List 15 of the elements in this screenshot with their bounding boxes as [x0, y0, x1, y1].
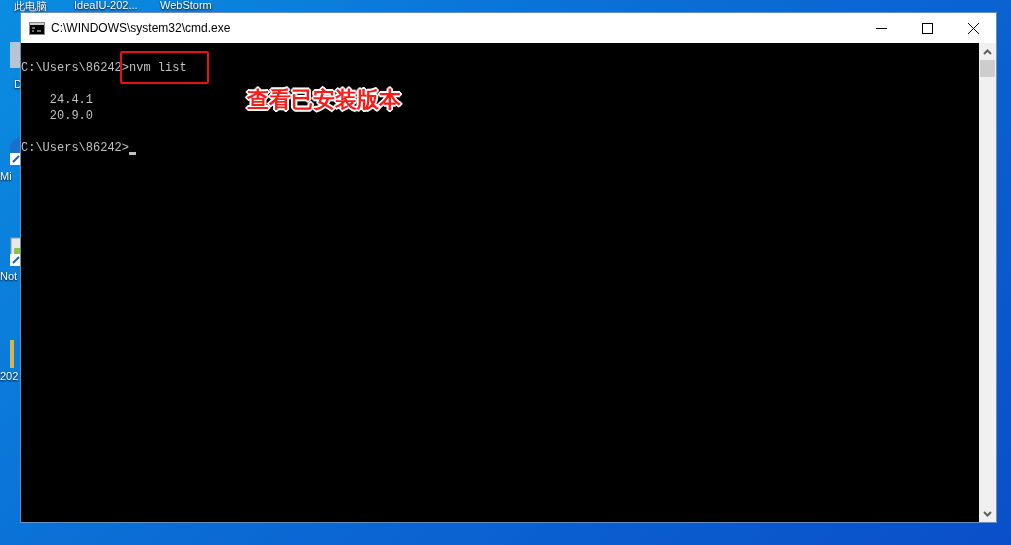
close-icon: [967, 22, 979, 34]
desktop-icon-label: WebStorm: [160, 0, 212, 11]
desktop-icon-label: IdeaIU-202...: [74, 0, 138, 11]
console-prompt: C:\Users\86242>: [21, 140, 130, 156]
console-icon: [29, 21, 45, 35]
desktop-icon-label: 此电脑: [14, 0, 47, 14]
scrollbar[interactable]: [979, 43, 996, 522]
console-output: 20.9.0: [49, 108, 93, 124]
desktop-icon-label: Mi: [0, 170, 12, 182]
window-title: C:\WINDOWS\system32\cmd.exe: [51, 21, 231, 35]
desktop-icon-label: 202: [0, 370, 19, 382]
scrollbar-thumb[interactable]: [980, 60, 995, 77]
maximize-icon: [921, 22, 933, 34]
desktop-icon-label: Not: [0, 270, 18, 282]
console-output: 24.4.1: [49, 92, 93, 108]
